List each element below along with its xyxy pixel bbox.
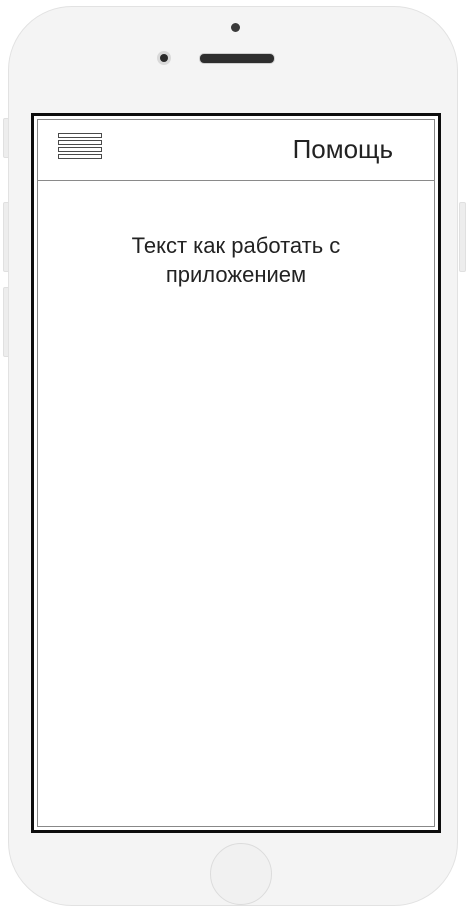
help-text: Текст как работать с приложением xyxy=(131,233,341,287)
earpiece-speaker xyxy=(199,53,275,64)
proximity-sensor xyxy=(231,23,240,32)
hamburger-menu-icon[interactable] xyxy=(58,133,102,161)
front-camera xyxy=(157,51,171,65)
app-viewport: Помощь Текст как работать с приложением xyxy=(37,119,435,827)
power-button xyxy=(459,202,466,272)
page-title: Помощь xyxy=(292,134,393,164)
home-button[interactable] xyxy=(210,843,272,905)
app-header: Помощь xyxy=(38,120,434,181)
phone-screen: Помощь Текст как работать с приложением xyxy=(31,113,441,833)
